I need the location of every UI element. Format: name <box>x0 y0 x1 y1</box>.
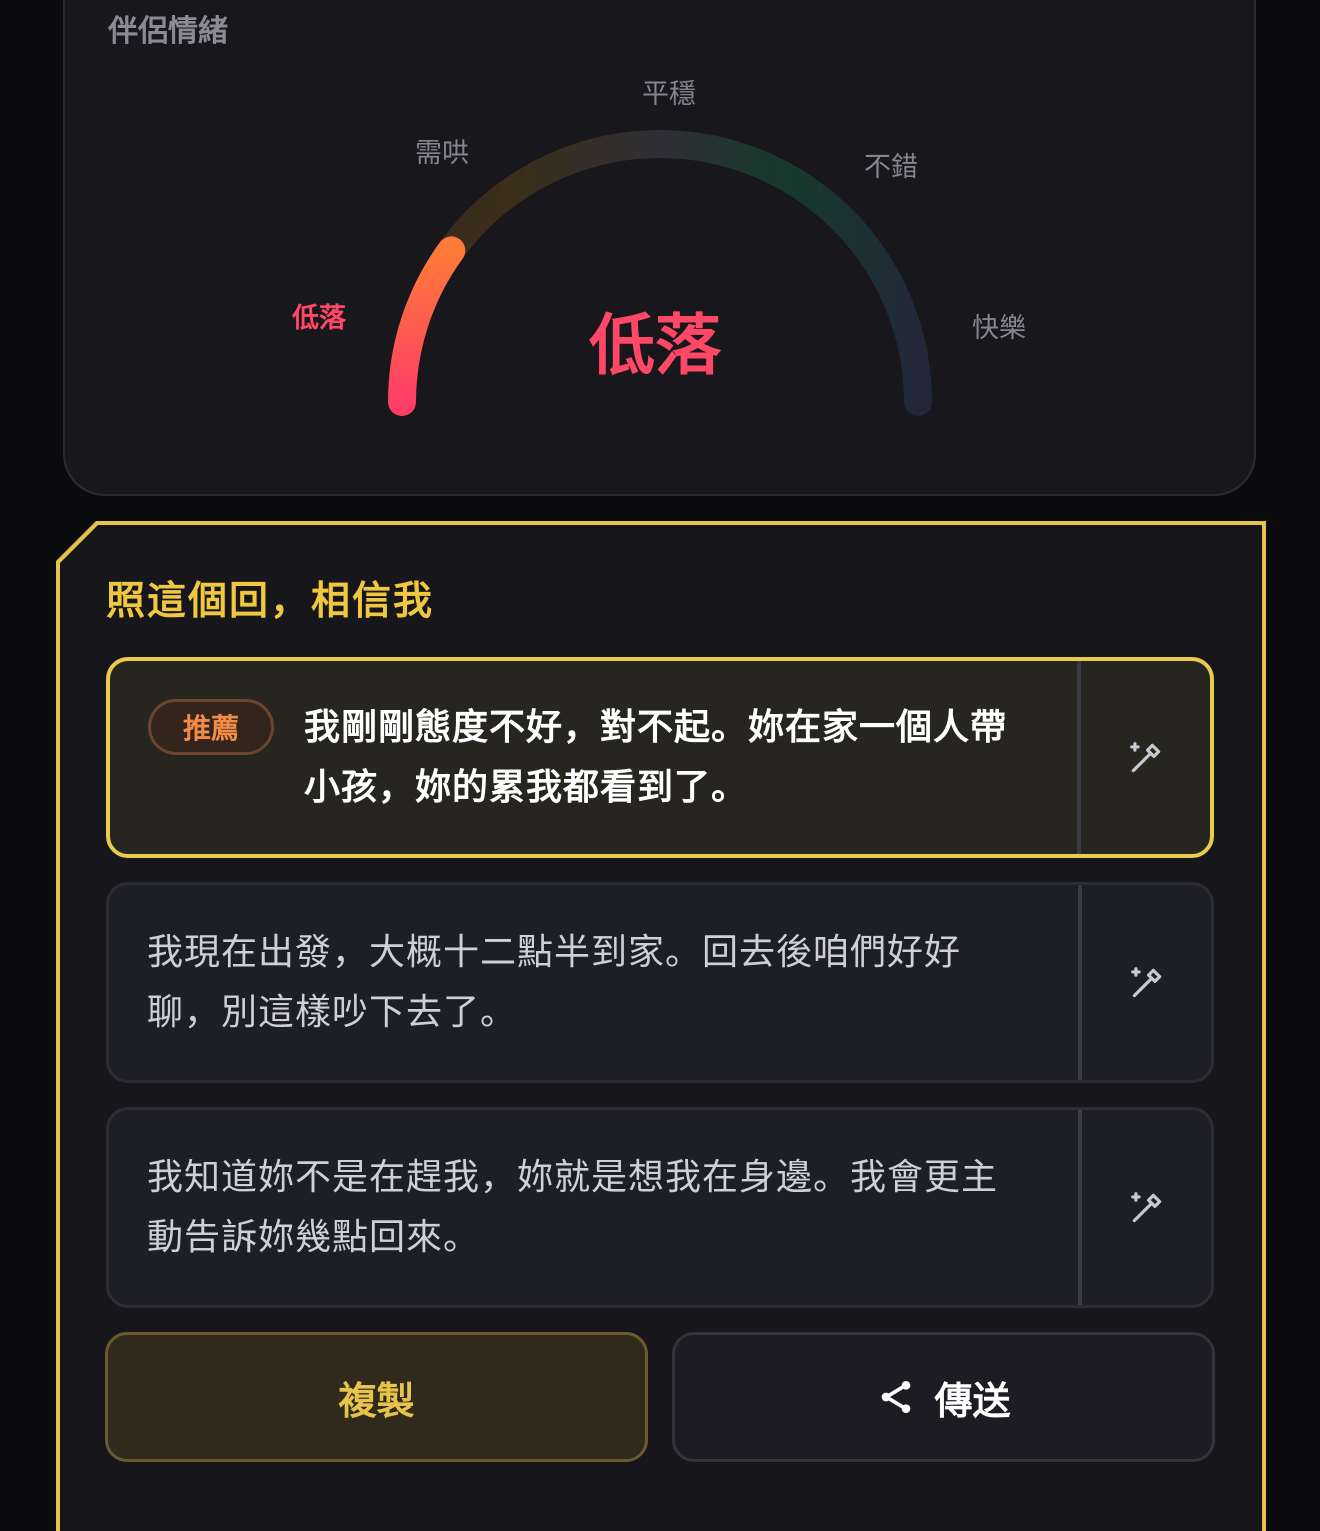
send-button-label: 傳送 <box>934 1378 1011 1423</box>
reply-card-title: 照這個回，相信我 <box>106 579 435 624</box>
reply-option-text: 我現在出發，大概十二點半到家。回去後咱們好好 聊，別這樣吵下去了。 <box>147 885 961 1080</box>
edit-reply-button[interactable] <box>1082 1110 1211 1305</box>
reply-option-1[interactable]: 推薦 我剛剛態度不好，對不起。妳在家一個人帶 小孩，妳的累我都看到了。 <box>106 657 1214 858</box>
mood-title: 伴侶情緒 <box>108 14 228 49</box>
reply-option-2[interactable]: 我現在出發，大概十二點半到家。回去後咱們好好 聊，別這樣吵下去了。 <box>106 882 1214 1083</box>
scale-label-low: 低落 <box>292 303 346 334</box>
recommended-badge: 推薦 <box>148 699 274 755</box>
copy-button[interactable]: 複製 <box>105 1332 648 1462</box>
send-button[interactable]: 傳送 <box>672 1332 1215 1462</box>
reply-option-line: 聊，別這樣吵下去了。 <box>147 991 518 1033</box>
reply-option-line: 小孩，妳的累我都看到了。 <box>304 766 749 808</box>
scale-label-calm: 平穩 <box>642 79 696 110</box>
mood-value: 低落 <box>589 307 721 384</box>
magic-wand-icon <box>1130 1191 1161 1222</box>
magic-wand-icon <box>1129 741 1160 772</box>
edit-reply-button[interactable] <box>1081 661 1210 854</box>
edit-reply-button[interactable] <box>1082 885 1211 1080</box>
reply-option-text: 我剛剛態度不好，對不起。妳在家一個人帶 小孩，妳的累我都看到了。 <box>304 661 1007 854</box>
copy-button-label: 複製 <box>338 1378 415 1423</box>
gauge-fill <box>388 236 466 416</box>
scale-label-good: 不錯 <box>864 152 918 183</box>
magic-wand-icon <box>1130 966 1161 997</box>
reply-option-line: 動告訴妳幾點回來。 <box>147 1216 481 1258</box>
reply-option-text: 我知道妳不是在趕我，妳就是想我在身邊。我會更主 動告訴妳幾點回來。 <box>147 1110 998 1305</box>
scale-label-needs-comfort: 需哄 <box>415 138 469 169</box>
reply-option-line: 我知道妳不是在趕我，妳就是想我在身邊。我會更主 <box>147 1156 999 1198</box>
scale-label-happy: 快樂 <box>972 313 1026 344</box>
reply-option-line: 我剛剛態度不好，對不起。妳在家一個人帶 <box>304 706 1008 748</box>
reply-option-line: 我現在出發，大概十二點半到家。回去後咱們好好 <box>147 931 962 973</box>
reply-option-3[interactable]: 我知道妳不是在趕我，妳就是想我在身邊。我會更主 動告訴妳幾點回來。 <box>106 1107 1214 1308</box>
share-icon <box>882 1381 911 1413</box>
